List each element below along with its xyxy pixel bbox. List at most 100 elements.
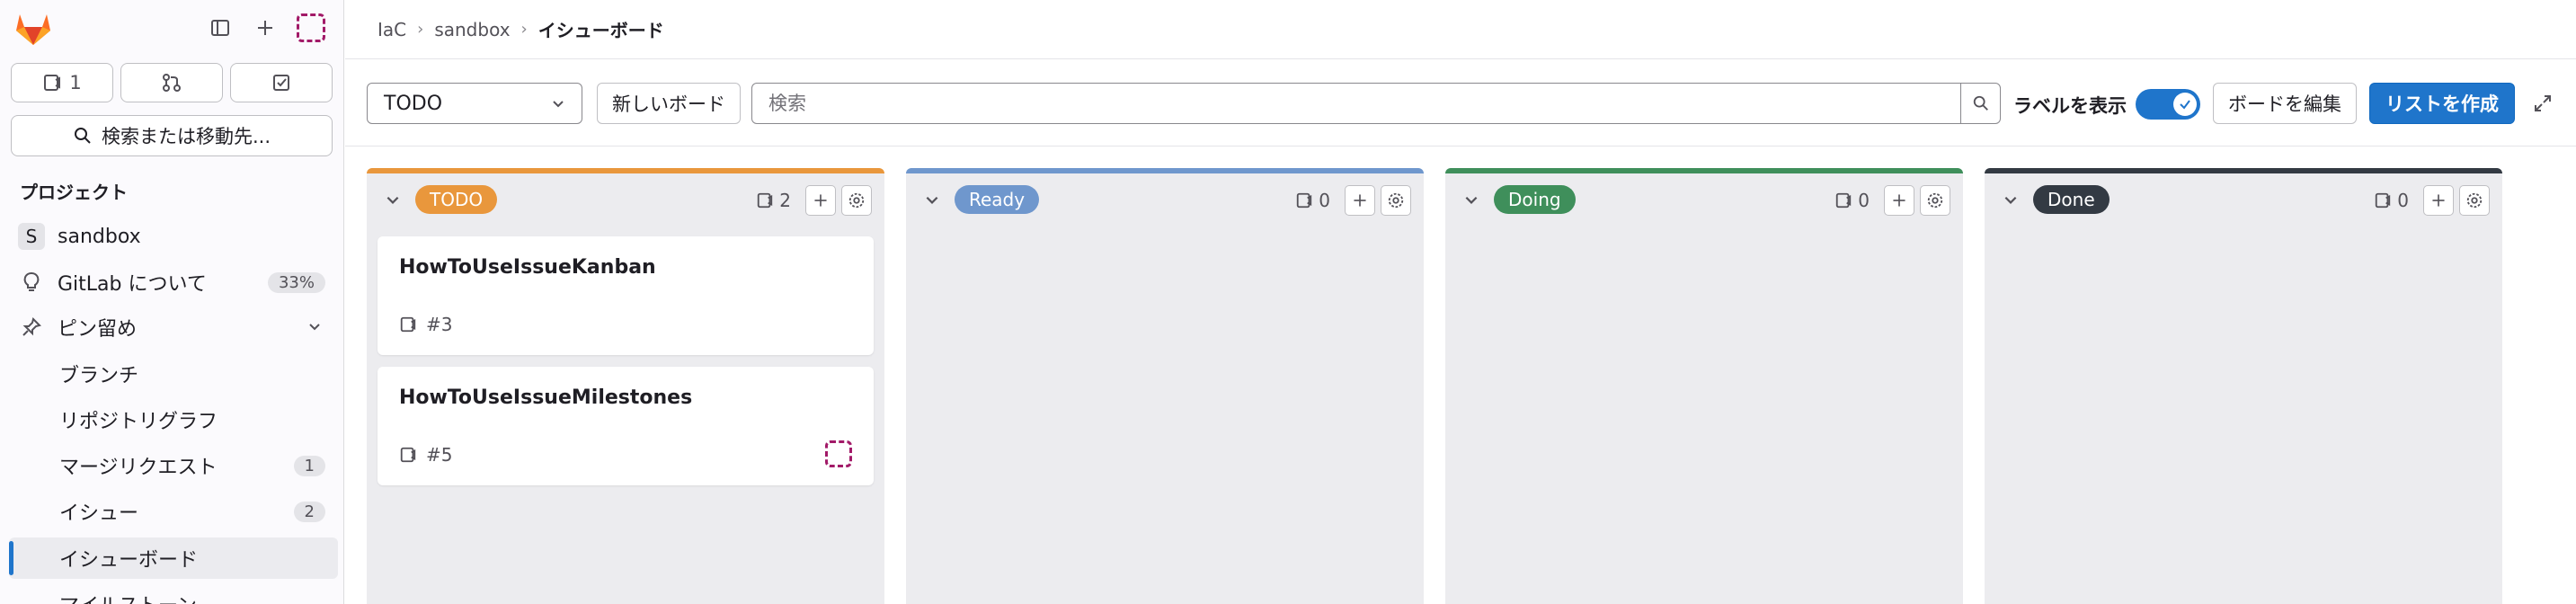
list-settings-button[interactable]	[841, 185, 872, 216]
sidebar-item-branches[interactable]: ブランチ	[9, 353, 338, 395]
list-label-pill[interactable]: TODO	[415, 185, 498, 214]
list-label-pill[interactable]: Doing	[1494, 185, 1576, 214]
issue-reference: #3	[399, 314, 452, 335]
gitlab-logo-icon[interactable]	[14, 11, 52, 47]
sidebar: 1 検索または移動先... プロジェクト S sandbox GitLab につ…	[0, 0, 344, 604]
issues-icon	[399, 446, 417, 464]
issues-icon	[756, 191, 774, 209]
add-issue-button[interactable]	[1345, 185, 1375, 216]
issue-card[interactable]: HowToUseIssueMilestones #5	[378, 367, 874, 485]
issue-count: 0	[1295, 190, 1330, 211]
issues-counter-button[interactable]: 1	[11, 63, 113, 102]
search-icon	[73, 126, 93, 146]
expand-fullscreen-icon[interactable]	[2529, 90, 2556, 117]
list-meta: 0	[1834, 185, 1950, 216]
chevron-down-icon[interactable]	[379, 186, 406, 213]
issue-number: #5	[426, 444, 453, 466]
add-issue-button[interactable]	[1884, 185, 1914, 216]
check-icon	[2173, 93, 2197, 116]
list-header: TODO 2	[367, 173, 884, 226]
assignee-avatar[interactable]	[825, 440, 852, 467]
chevron-right-icon: ›	[417, 20, 424, 39]
counter-row: 1	[11, 63, 333, 102]
chevron-down-icon[interactable]	[919, 186, 946, 213]
issues-icon	[2374, 191, 2392, 209]
sidebar-item-merge-requests[interactable]: マージリクエスト 1	[9, 445, 338, 486]
toggle-sidebar-icon[interactable]	[205, 13, 235, 43]
sidebar-item-label: GitLab について	[58, 273, 207, 296]
breadcrumb: IaC › sandbox › イシューボード	[378, 16, 664, 42]
issue-card[interactable]: HowToUseIssueKanban #3	[378, 236, 874, 355]
add-issue-button[interactable]	[2423, 185, 2454, 216]
sidebar-item-project[interactable]: S sandbox	[9, 216, 338, 257]
issues-icon	[1834, 191, 1852, 209]
sidebar-item-about-gitlab[interactable]: GitLab について 33%	[9, 262, 338, 303]
gear-icon	[1387, 191, 1405, 209]
sidebar-item-label: リポジトリグラフ	[59, 411, 218, 433]
plus-icon	[1352, 192, 1368, 209]
sidebar-item-milestones[interactable]: マイルストーン	[9, 583, 338, 604]
gear-icon	[1926, 191, 1944, 209]
plus-icon[interactable]	[250, 13, 280, 43]
search-or-go-to-button[interactable]: 検索または移動先...	[11, 115, 333, 156]
chevron-down-icon[interactable]	[1997, 186, 2024, 213]
list-settings-button[interactable]	[1920, 185, 1950, 216]
add-issue-button[interactable]	[805, 185, 836, 216]
issue-count-value: 0	[1858, 190, 1870, 211]
chevron-down-icon	[551, 96, 565, 111]
issue-count: 0	[2374, 190, 2409, 211]
show-labels-toggle[interactable]	[2136, 89, 2200, 120]
issues-icon	[42, 73, 62, 93]
chevron-right-icon: ›	[520, 20, 528, 39]
list-label-pill[interactable]: Ready	[955, 185, 1040, 214]
progress-badge: 33%	[267, 271, 325, 293]
board-list-done: Done 0	[1985, 168, 2502, 604]
gear-icon	[2465, 191, 2483, 209]
plus-icon	[2430, 192, 2447, 209]
sidebar-item-issues[interactable]: イシュー 2	[9, 491, 338, 532]
breadcrumb-current[interactable]: イシューボード	[538, 16, 664, 42]
list-meta: 0	[2374, 185, 2490, 216]
issue-reference: #5	[399, 444, 452, 466]
issue-title[interactable]: HowToUseIssueMilestones	[399, 386, 692, 409]
issue-number: #3	[426, 314, 453, 335]
pin-icon	[18, 314, 45, 341]
breadcrumb-group-link[interactable]: IaC	[378, 19, 406, 40]
issues-icon	[399, 315, 417, 333]
sidebar-item-pinned[interactable]: ピン留め	[9, 306, 338, 348]
show-labels-label: ラベルを表示	[2013, 95, 2127, 117]
board-search-input[interactable]	[752, 84, 1960, 123]
chevron-down-icon	[307, 319, 322, 333]
sidebar-item-repository-graph[interactable]: リポジトリグラフ	[9, 399, 338, 440]
merge-requests-counter-button[interactable]	[120, 63, 223, 102]
issue-count: 2	[756, 190, 791, 211]
sidebar-item-label: マージリクエスト	[59, 457, 218, 479]
user-avatar[interactable]	[297, 13, 325, 42]
issue-count-value: 0	[1319, 190, 1330, 211]
new-board-button[interactable]: 新しいボード	[597, 83, 741, 124]
issue-title[interactable]: HowToUseIssueKanban	[399, 256, 656, 279]
plus-icon	[813, 192, 829, 209]
board-selector-dropdown[interactable]: TODO	[367, 83, 582, 124]
edit-board-button[interactable]: ボードを編集	[2213, 83, 2357, 124]
search-submit-button[interactable]	[1960, 84, 2000, 123]
sidebar-item-label: ピン留め	[58, 318, 138, 341]
project-section-title: プロジェクト	[20, 182, 128, 203]
list-label-pill[interactable]: Done	[2033, 185, 2110, 214]
list-header: Doing 0	[1445, 173, 1963, 226]
create-list-button[interactable]: リストを作成	[2369, 83, 2515, 124]
gear-icon	[848, 191, 866, 209]
sidebar-item-issue-boards[interactable]: イシューボード	[9, 537, 338, 579]
sidebar-item-label: sandbox	[58, 225, 141, 248]
board-list-doing: Doing 0	[1445, 168, 1963, 604]
todos-counter-button[interactable]	[230, 63, 333, 102]
sidebar-item-label: イシューボード	[59, 549, 199, 572]
sidebar-item-label: マイルストーン	[59, 590, 197, 604]
chevron-down-icon[interactable]	[1458, 186, 1485, 213]
list-settings-button[interactable]	[2459, 185, 2490, 216]
count-badge: 1	[293, 455, 325, 476]
issue-count-value: 2	[779, 190, 791, 211]
list-settings-button[interactable]	[1381, 185, 1411, 216]
breadcrumb-project-link[interactable]: sandbox	[434, 19, 510, 40]
list-header: Ready 0	[906, 173, 1424, 226]
